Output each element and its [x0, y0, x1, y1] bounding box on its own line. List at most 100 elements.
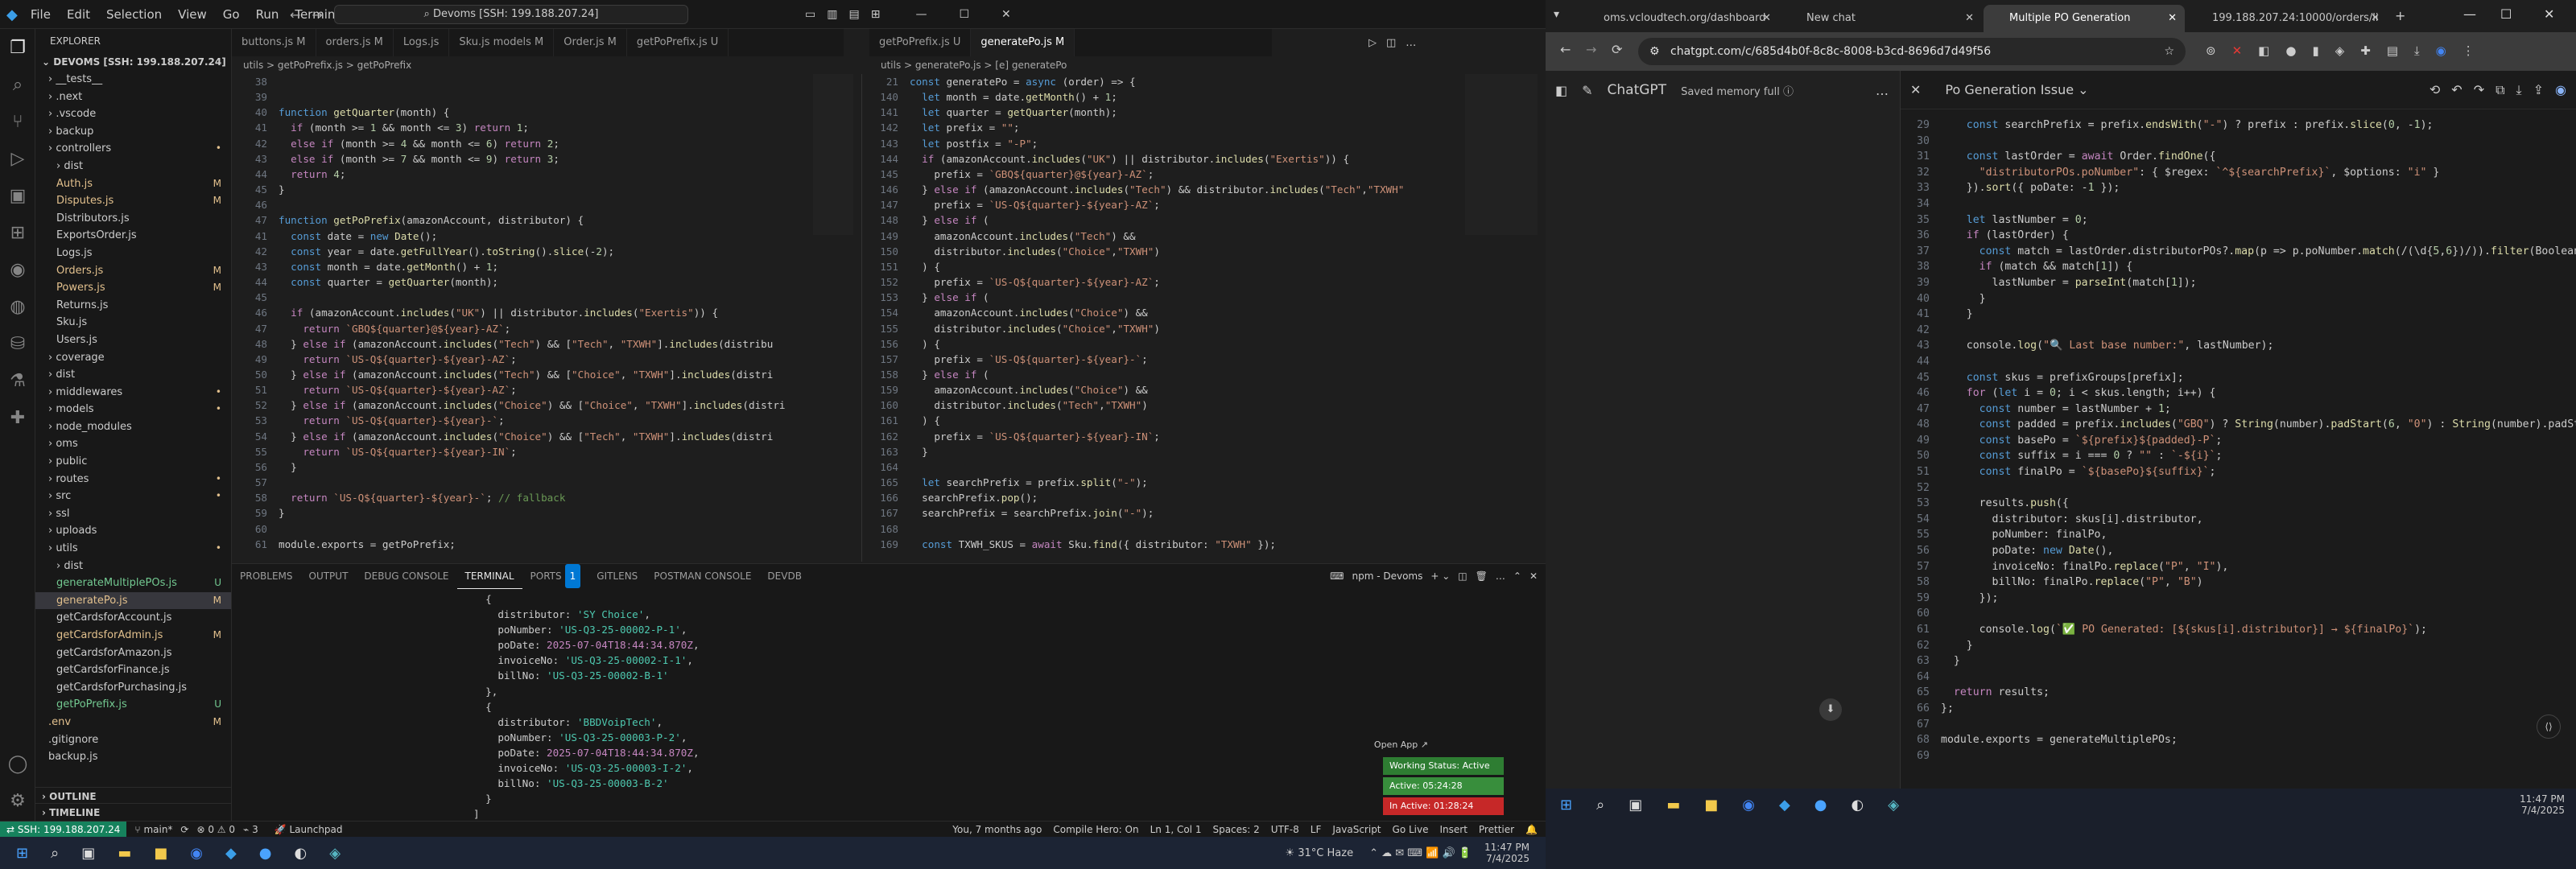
zoom-icon[interactable]: ● — [259, 845, 272, 862]
trash-icon[interactable]: 🗑 — [1476, 570, 1488, 582]
tree-item[interactable]: Auth.js M — [35, 175, 231, 193]
tab-oms-dashboard[interactable]: oms.vcloudtech.org/dashboard ✕ — [1578, 5, 1779, 32]
breadcrumb-left[interactable]: utils > getPoPrefix.js > getPoPrefix — [232, 56, 411, 74]
tree-item[interactable]: getCardsforPurchasing.js — [35, 679, 231, 697]
database-icon[interactable]: ⛁ — [0, 325, 35, 362]
close-window-icon[interactable]: ✕ — [1001, 8, 1011, 21]
close-tab-icon[interactable]: ✕ — [1762, 5, 1771, 32]
tree-item[interactable]: › utils • — [35, 540, 231, 558]
tree-item[interactable]: › dist — [35, 558, 231, 575]
editor-left-code[interactable]: 38 39 40 function getQuarter(month) {41 if … — [232, 74, 860, 562]
editor-tab[interactable]: getPoPrefix.js U — [869, 29, 972, 56]
tree-item[interactable]: ExportsOrder.js — [35, 227, 231, 245]
canvas-code[interactable]: 29 const searchPrefix = prefix.endsWith(… — [1901, 117, 2576, 801]
tree-item[interactable]: Sku.js — [35, 314, 231, 332]
close-canvas-icon[interactable]: ✕ — [1910, 82, 1921, 97]
close-window-icon[interactable]: ✕ — [2544, 6, 2554, 22]
sidebar-icon[interactable]: ▤ — [2387, 43, 2398, 58]
vscode-taskbar-icon[interactable]: ◆ — [1779, 797, 1790, 813]
terminal-name[interactable]: npm - Devoms — [1352, 570, 1422, 582]
maximize-icon[interactable]: ☐ — [2500, 6, 2512, 22]
tree-item[interactable]: .env M — [35, 714, 231, 731]
new-chat-icon[interactable]: ✎ — [1582, 83, 1592, 98]
tab-search-icon[interactable]: ▾ — [1554, 8, 1559, 21]
menu-run[interactable]: Run — [248, 0, 287, 29]
settings-gear-icon[interactable]: ⚙ — [0, 782, 35, 819]
editor-tab[interactable]: Order.js M — [554, 29, 627, 56]
extension-icon[interactable]: ● — [2285, 43, 2296, 58]
source-control-icon[interactable]: ⑂ — [0, 103, 35, 140]
taskbar-search-icon[interactable]: ⌕ — [1596, 797, 1604, 813]
sidebar-toggle-icon[interactable]: ▤ — [848, 8, 859, 21]
sync-icon[interactable]: ⟳ — [180, 824, 188, 835]
close-tab-icon[interactable]: ✕ — [2371, 5, 2380, 32]
search-icon[interactable]: ⌕ — [0, 66, 35, 103]
command-search-input[interactable]: ⌕ Devoms [SSH: 199.188.207.24] — [334, 5, 688, 24]
back-arrow-icon[interactable]: ← — [1560, 42, 1571, 57]
grid-layout-icon[interactable]: ⊞ — [871, 8, 881, 21]
store-icon[interactable]: ■ — [1704, 797, 1718, 813]
tab-new-chat[interactable]: New chat ✕ — [1781, 5, 1982, 32]
close-panel-icon[interactable]: ✕ — [1530, 570, 1538, 582]
file-explorer-icon[interactable]: ▬ — [118, 845, 131, 862]
editor-right-code[interactable]: 21 const generatePo = async (order) => {1… — [869, 74, 1449, 562]
bookmark-star-icon[interactable]: ☆ — [2164, 38, 2174, 65]
tree-item[interactable]: › middlewares • — [35, 384, 231, 402]
tree-item[interactable]: › node_modules — [35, 418, 231, 436]
problems-count[interactable]: ⊗ 0 ⚠ 0 — [196, 824, 235, 835]
editor-tab[interactable]: buttons.js M — [232, 29, 316, 56]
vscode-taskbar-icon[interactable]: ◆ — [225, 845, 237, 862]
tree-item[interactable]: .gitignore — [35, 731, 231, 749]
tree-item[interactable]: generateMultiplePOs.js U — [35, 575, 231, 592]
launchpad-indicator[interactable]: 🚀 Launchpad — [275, 824, 343, 835]
weather-widget[interactable]: ☀ 31°C Haze — [1285, 847, 1353, 859]
redo-icon[interactable]: ↷ — [2474, 82, 2484, 97]
panel-tab-postman-console[interactable]: POSTMAN CONSOLE — [646, 564, 759, 588]
tree-item[interactable]: › dist — [35, 158, 231, 175]
copy-icon[interactable]: ⧉ — [2496, 82, 2504, 98]
extension-icon[interactable]: ▮ — [2312, 43, 2318, 58]
task-view-icon[interactable]: ▣ — [81, 845, 95, 862]
prettier-status[interactable]: Prettier — [1479, 824, 1514, 835]
tree-item[interactable]: › coverage — [35, 349, 231, 367]
share-icon[interactable]: ⇪ — [2533, 82, 2544, 97]
tree-item[interactable]: getCardsforAdmin.js M — [35, 627, 231, 645]
tray-icons[interactable]: ⌃ ☁ ✉ ⌨ 📶 🔊 🔋 — [1369, 847, 1472, 859]
extension-icon[interactable]: ⊚ — [2206, 43, 2216, 58]
new-tab-icon[interactable]: + — [2395, 8, 2405, 23]
insert-mode[interactable]: Insert — [1439, 824, 1467, 835]
tree-item[interactable]: › oms — [35, 435, 231, 453]
github-icon[interactable]: ◐ — [295, 845, 308, 862]
more-options-icon[interactable]: … — [1876, 83, 1889, 98]
cursor-position[interactable]: Ln 1, Col 1 — [1150, 824, 1202, 835]
clock[interactable]: 11:47 PM 7/4/2025 — [2520, 793, 2565, 816]
clock[interactable]: 11:47 PM 7/4/2025 — [1484, 842, 1530, 864]
forward-arrow-icon[interactable]: → — [1586, 42, 1596, 57]
tree-item[interactable]: getCardsforAccount.js — [35, 609, 231, 627]
editor-tab[interactable]: getPoPrefix.js U — [627, 29, 729, 56]
git-blame[interactable]: You, 7 months ago — [952, 824, 1042, 835]
scroll-down-icon[interactable]: ⬇ — [1819, 698, 1842, 721]
tree-item[interactable]: › .vscode — [35, 105, 231, 123]
editor-tab[interactable]: generatePo.js M — [971, 29, 1075, 56]
remote-indicator[interactable]: ⇄ SSH: 199.188.207.24 — [0, 821, 127, 837]
panel-tab-devdb[interactable]: DEVDB — [759, 564, 810, 588]
maximize-panel-icon[interactable]: ⌃ — [1513, 570, 1521, 582]
chrome-icon[interactable]: ◉ — [190, 845, 203, 862]
tree-item[interactable]: Disputes.js M — [35, 192, 231, 210]
split-terminal-icon[interactable]: ◫ — [1458, 570, 1467, 582]
testing-icon[interactable]: ⚗ — [0, 362, 35, 399]
close-tab-icon[interactable]: ✕ — [1965, 5, 1974, 32]
tree-item[interactable]: › uploads — [35, 522, 231, 540]
app-icon[interactable]: ◈ — [329, 845, 341, 862]
puzzle-icon[interactable]: ✚ — [0, 399, 35, 436]
panel-tab-problems[interactable]: PROBLEMS — [232, 564, 301, 588]
panel-toggle-icon[interactable]: ▥ — [827, 8, 837, 21]
more-icon[interactable]: … — [1406, 37, 1416, 49]
encoding[interactable]: UTF-8 — [1271, 824, 1299, 835]
panel-tab-debug-console[interactable]: DEBUG CONSOLE — [356, 564, 456, 588]
memory-indicator[interactable]: Saved memory full ⓘ — [1681, 83, 1794, 98]
tab-multiple-po[interactable]: Multiple PO Generation ✕ — [1984, 5, 2185, 32]
account-icon[interactable]: ◯ — [0, 745, 35, 782]
panel-tab-ports[interactable]: PORTS 1 — [522, 564, 589, 588]
